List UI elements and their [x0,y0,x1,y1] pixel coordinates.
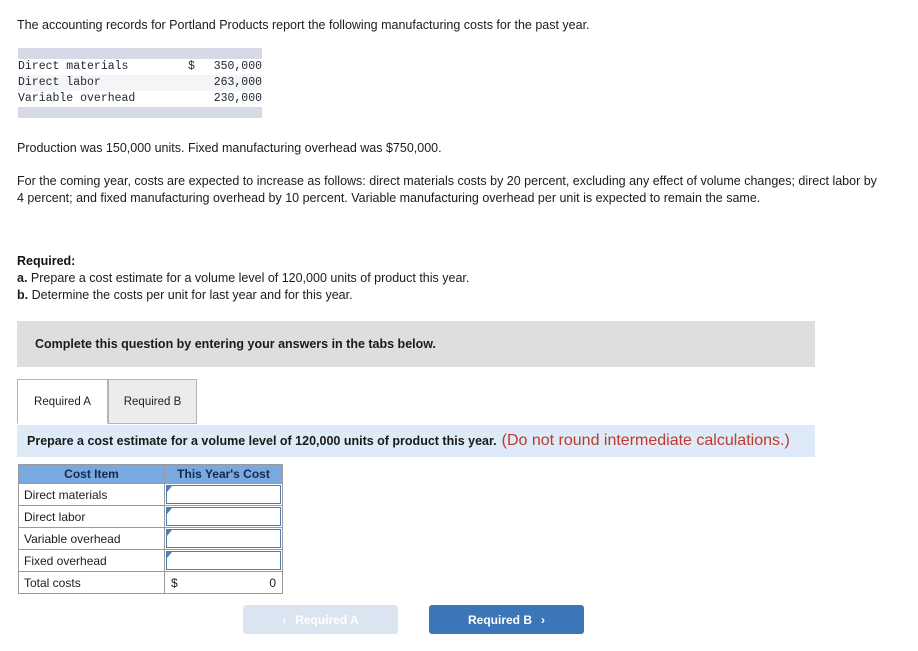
required-a-nav-label: Required A [295,612,359,627]
given-costs-top-band [18,48,262,59]
answer-table-header-row: Cost Item This Year's Cost [18,464,283,484]
required-item-a-text: Prepare a cost estimate for a volume lev… [30,271,470,285]
given-cost-label: Direct materials [18,60,129,73]
cell-corner-flag-icon [167,552,172,558]
required-item-a: a. Prepare a cost estimate for a volume … [17,270,877,287]
required-item-a-marker: a. [17,271,28,285]
tab-required-a[interactable]: Required A [17,379,108,424]
tab-required-b-label: Required B [123,395,182,408]
required-heading: Required: [17,254,76,268]
cell-corner-flag-icon [167,486,172,492]
answer-row-label: Variable overhead [18,527,165,550]
fixed-overhead-input-cell[interactable] [164,549,283,572]
total-costs-value: 0 [269,575,276,590]
sub-instruction-note: (Do not round intermediate calculations.… [501,432,790,449]
answer-row-label: Direct labor [18,505,165,528]
answer-row-label: Total costs [18,571,165,594]
given-cost-amount: 350,000 [213,60,262,73]
total-costs-cell: $ 0 [164,571,283,594]
tab-bar: Required A Required B [17,379,815,425]
given-cost-amount: 263,000 [194,75,262,91]
tab-navigation: ‹ Required A Required B › [243,605,584,634]
tab-required-a-label: Required A [34,395,91,408]
answer-row-label: Fixed overhead [18,549,165,572]
given-cost-label: Direct labor [18,75,181,91]
chevron-right-icon: › [541,612,545,627]
coming-year-text: For the coming year, costs are expected … [17,174,877,205]
answer-header-this-years-cost: This Year's Cost [164,464,283,484]
required-item-b-text: Determine the costs per unit for last ye… [31,288,353,302]
given-costs-row: Direct labor 263,000 [18,75,262,91]
variable-overhead-input-cell[interactable] [164,527,283,550]
problem-intro-text: The accounting records for Portland Prod… [17,18,590,32]
instruction-banner: Complete this question by entering your … [17,321,815,367]
direct-materials-input[interactable] [166,485,281,504]
direct-labor-input-cell[interactable] [164,505,283,528]
given-costs-table: Direct materials $ 350,000 Direct labor … [18,48,262,118]
given-costs-bottom-band [18,107,262,118]
answer-table: Cost Item This Year's Cost Direct materi… [18,464,283,594]
given-costs-row: Variable overhead 230,000 [18,91,262,107]
given-cost-label: Variable overhead [18,92,136,105]
instruction-banner-text: Complete this question by entering your … [35,337,436,351]
required-b-nav-label: Required B [467,612,532,627]
required-a-nav-button[interactable]: ‹ Required A [243,605,398,634]
tab-required-b[interactable]: Required B [108,379,197,424]
question-page: The accounting records for Portland Prod… [0,0,918,651]
table-row: Direct labor [18,505,283,528]
direct-materials-input-cell[interactable] [164,483,283,506]
table-row: Fixed overhead [18,549,283,572]
production-note-text: Production was 150,000 units. Fixed manu… [17,141,442,155]
given-cost-amount: 230,000 [213,92,262,105]
required-b-nav-button[interactable]: Required B › [429,605,584,634]
sub-instruction-text: Prepare a cost estimate for a volume lev… [27,434,497,448]
required-block: Required: a. Prepare a cost estimate for… [17,253,877,304]
given-cost-currency: $ [188,60,195,73]
total-costs-currency: $ [171,575,178,590]
answer-header-cost-item: Cost Item [18,464,165,484]
answer-row-label: Direct materials [18,483,165,506]
required-item-b-marker: b. [17,288,29,302]
cell-corner-flag-icon [167,530,172,536]
table-row: Variable overhead [18,527,283,550]
given-costs-row: Direct materials $ 350,000 [18,59,262,75]
sub-instruction-bar: Prepare a cost estimate for a volume lev… [17,425,815,457]
given-cost-currency [180,75,195,91]
chevron-left-icon: ‹ [282,612,287,627]
fixed-overhead-input[interactable] [166,551,281,570]
table-row: Direct materials [18,483,283,506]
given-cost-currency [181,91,195,107]
cell-corner-flag-icon [167,508,172,514]
variable-overhead-input[interactable] [166,529,281,548]
direct-labor-input[interactable] [166,507,281,526]
table-row: Total costs $ 0 [18,571,283,594]
required-item-b: b. Determine the costs per unit for last… [17,287,877,304]
